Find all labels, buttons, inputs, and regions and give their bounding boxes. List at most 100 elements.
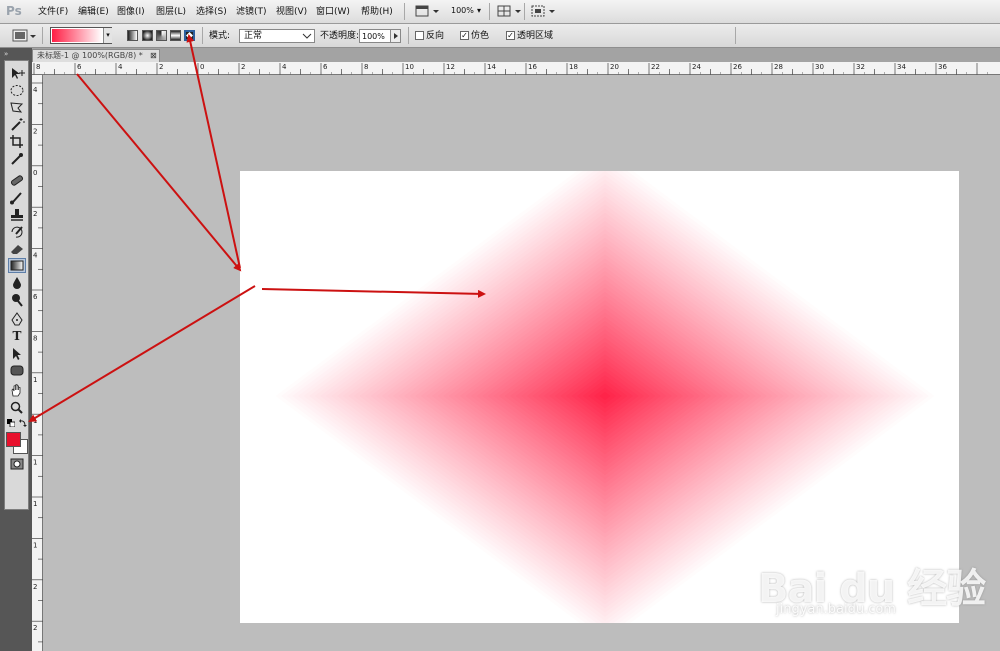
menu-window[interactable]: 窗口(W)	[316, 6, 350, 18]
default-colors-glyph	[7, 419, 16, 428]
ruler-label: 1	[33, 459, 37, 467]
document-tab[interactable]: 未标题-1 @ 100%(RGB/8) * ⊠	[32, 49, 160, 62]
hand-tool[interactable]	[8, 383, 26, 398]
dither-check-mark: ✓	[461, 31, 468, 40]
ruler-label: 2	[33, 624, 37, 632]
extras-button[interactable]	[530, 4, 556, 18]
mode-value: 正常	[244, 31, 263, 41]
ruler-label: 1	[33, 376, 37, 384]
menu-filter[interactable]: 滤镜(T)	[236, 6, 267, 18]
options-separator	[202, 27, 203, 44]
document-tab-title: 未标题-1 @ 100%(RGB/8) *	[37, 51, 143, 60]
path-selection-tool[interactable]	[8, 346, 26, 361]
screen-mode-button[interactable]	[414, 4, 440, 18]
opacity-slider-button[interactable]	[390, 29, 401, 43]
crop-tool[interactable]	[8, 134, 26, 149]
mode-label: 模式:	[209, 31, 231, 41]
toolbox-collapse-icon[interactable]: »	[4, 50, 28, 58]
dither-checkbox[interactable]: ✓	[460, 31, 469, 40]
linear-gradient-button[interactable]	[127, 30, 138, 41]
annotation-arrow	[28, 285, 256, 423]
ruler-label: 6	[323, 63, 328, 71]
gradient-dropdown-icon[interactable]: ▾	[103, 28, 112, 43]
zoom-tool[interactable]	[8, 400, 26, 415]
options-separator	[42, 27, 43, 44]
radial-gradient-button[interactable]	[142, 30, 153, 41]
photoshop-logo: Ps	[6, 4, 22, 18]
drop-icon	[13, 277, 21, 289]
type-tool[interactable]: T	[8, 329, 26, 344]
menu-view[interactable]: 视图(V)	[276, 6, 307, 18]
ruler-label: 4	[282, 63, 287, 71]
menu-image[interactable]: 图像(I)	[117, 6, 145, 18]
close-tab-icon[interactable]: ⊠	[150, 50, 160, 61]
ruler-label: 2	[159, 63, 163, 71]
options-separator	[408, 27, 409, 44]
swap-arrow-glyph	[19, 419, 27, 427]
default-colors-icon[interactable]	[7, 419, 16, 428]
tool-preset-icon	[12, 29, 36, 42]
magnifier-icon	[10, 401, 23, 414]
polygon-lasso-icon	[10, 102, 24, 113]
clone-stamp-tool[interactable]	[8, 207, 26, 222]
vertical-ruler[interactable]: 4 2 0 2 4 6 8 1 1 1 1 1 2 2	[32, 75, 43, 651]
menu-layer[interactable]: 图层(L)	[156, 6, 186, 18]
tool-preset-picker[interactable]	[12, 28, 38, 44]
angle-gradient-button[interactable]	[156, 30, 167, 41]
ruler-label: 12	[446, 63, 455, 71]
rounded-rectangle-icon	[10, 365, 24, 376]
reverse-checkbox[interactable]	[415, 31, 424, 40]
blur-tool[interactable]	[8, 275, 26, 290]
pen-tool[interactable]	[8, 312, 26, 327]
ruler-label: 24	[692, 63, 701, 71]
foreground-color-swatch[interactable]	[6, 432, 21, 447]
magic-wand-icon	[11, 118, 25, 131]
swap-colors-icon[interactable]	[19, 419, 27, 427]
opacity-value: 100%	[362, 32, 385, 41]
history-brush-tool[interactable]	[8, 224, 26, 239]
lasso-tool[interactable]	[8, 100, 26, 115]
menu-file[interactable]: 文件(F)	[38, 6, 68, 18]
opacity-input[interactable]: 100%	[359, 29, 391, 43]
transparency-check-mark: ✓	[507, 31, 514, 40]
type-t-icon: T	[12, 329, 22, 343]
gradient-preview[interactable]	[52, 29, 102, 42]
menu-separator	[524, 3, 525, 20]
ruler-label: 28	[774, 63, 783, 71]
menu-help[interactable]: 帮助(H)	[361, 6, 393, 18]
ruler-label: 26	[733, 63, 742, 71]
mode-select[interactable]: 正常	[239, 29, 315, 43]
menu-bar: Ps 文件(F) 编辑(E) 图像(I) 图层(L) 选择(S) 滤镜(T) 视…	[0, 0, 1000, 24]
shape-tool[interactable]	[8, 363, 26, 378]
quick-selection-tool[interactable]	[8, 117, 26, 132]
arrange-documents-button[interactable]	[496, 4, 522, 18]
zoom-dropdown-icon[interactable]: ▾	[477, 4, 481, 18]
healing-brush-tool[interactable]	[8, 173, 26, 188]
transparency-checkbox[interactable]: ✓	[506, 31, 515, 40]
ruler-label: 32	[856, 63, 865, 71]
zoom-level[interactable]: 100%	[451, 4, 474, 18]
dodge-tool[interactable]	[8, 292, 26, 307]
diamond-gradient-button[interactable]	[184, 30, 195, 41]
brush-icon	[10, 192, 22, 205]
quick-mask-button[interactable]	[10, 458, 24, 470]
menu-edit[interactable]: 编辑(E)	[78, 6, 109, 18]
gradient-tool-active[interactable]	[8, 258, 26, 273]
reflected-gradient-button[interactable]	[170, 30, 181, 41]
marquee-tool[interactable]	[8, 83, 26, 98]
menu-separator	[489, 3, 490, 20]
menu-select[interactable]: 选择(S)	[196, 6, 227, 18]
ruler-label: 6	[33, 293, 38, 301]
move-tool[interactable]	[8, 66, 26, 81]
brush-tool[interactable]	[8, 190, 26, 205]
horizontal-ruler[interactable]: 8 6 4 2 0 2 4 6 8 10 12 14 16 18 20 22 24 26 28 30 32 34 36	[32, 62, 1000, 75]
eyedropper-tool[interactable]	[8, 151, 26, 166]
crop-icon	[10, 135, 23, 148]
ruler-label: 8	[33, 334, 37, 342]
ruler-label: 1	[33, 541, 37, 549]
quick-mask-icon	[10, 458, 24, 470]
ruler-label: 22	[651, 63, 660, 71]
gradient-picker[interactable]: ▾	[50, 27, 112, 44]
ruler-label: 1	[33, 417, 37, 425]
eraser-tool[interactable]	[8, 241, 26, 256]
